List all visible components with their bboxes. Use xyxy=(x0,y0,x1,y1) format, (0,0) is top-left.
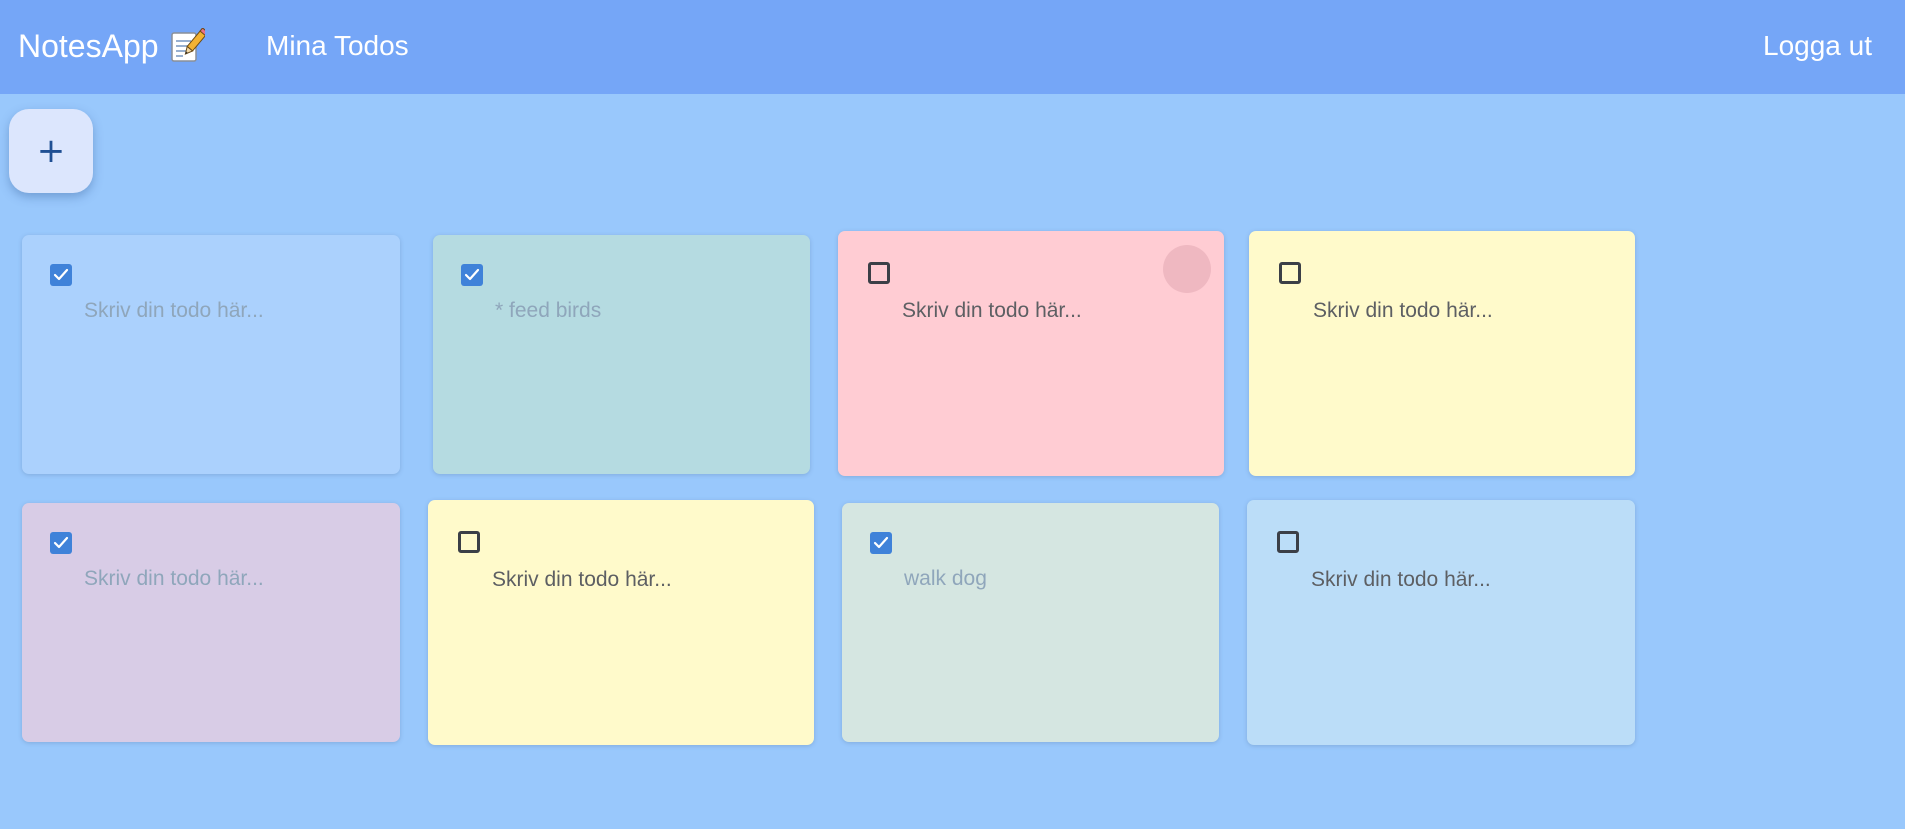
todo-input-placeholder[interactable]: Skriv din todo här... xyxy=(84,298,264,324)
checkmark-icon xyxy=(464,268,480,281)
todo-input-placeholder[interactable]: Skriv din todo här... xyxy=(1313,298,1493,324)
add-todo-button[interactable]: + xyxy=(9,109,93,193)
todo-card[interactable]: Skriv din todo här... xyxy=(22,235,400,474)
todo-input[interactable]: walk dog xyxy=(904,566,987,592)
todo-card[interactable]: Skriv din todo här... xyxy=(22,503,400,742)
todo-input-placeholder[interactable]: Skriv din todo här... xyxy=(492,567,672,593)
todo-input-placeholder[interactable]: Skriv din todo här... xyxy=(84,566,264,592)
checkbox-checked[interactable] xyxy=(50,264,72,286)
todo-card[interactable]: Skriv din todo här... xyxy=(428,500,814,745)
checkbox-checked[interactable] xyxy=(461,264,483,286)
brand[interactable]: NotesApp xyxy=(18,27,205,65)
checkmark-icon xyxy=(53,536,69,549)
checkbox-checked[interactable] xyxy=(870,532,892,554)
plus-icon: + xyxy=(36,131,66,171)
checkmark-icon xyxy=(53,268,69,281)
delete-button-hover[interactable] xyxy=(1163,245,1211,293)
checkbox-checked[interactable] xyxy=(50,532,72,554)
checkbox-unchecked[interactable] xyxy=(458,531,480,553)
todo-card[interactable]: * feed birds xyxy=(433,235,810,474)
checkbox-unchecked[interactable] xyxy=(1277,531,1299,553)
checkbox-unchecked[interactable] xyxy=(868,262,890,284)
todo-input[interactable]: * feed birds xyxy=(495,298,601,324)
brand-name: NotesApp xyxy=(18,28,159,64)
top-navbar: NotesApp Mina Todos Logga ut xyxy=(0,0,1905,94)
todo-card[interactable]: Skriv din todo här... xyxy=(1249,231,1635,476)
todo-card[interactable]: Skriv din todo här... xyxy=(1247,500,1635,745)
memo-emoji-icon xyxy=(170,28,205,62)
todo-input-placeholder[interactable]: Skriv din todo här... xyxy=(902,298,1082,324)
nav-link-my-todos[interactable]: Mina Todos xyxy=(266,29,409,63)
todo-card[interactable]: Skriv din todo här... xyxy=(838,231,1224,476)
checkbox-unchecked[interactable] xyxy=(1279,262,1301,284)
todo-card[interactable]: walk dog xyxy=(842,503,1219,742)
checkmark-icon xyxy=(873,536,889,549)
logout-link[interactable]: Logga ut xyxy=(1763,29,1872,63)
todo-input-placeholder[interactable]: Skriv din todo här... xyxy=(1311,567,1491,593)
